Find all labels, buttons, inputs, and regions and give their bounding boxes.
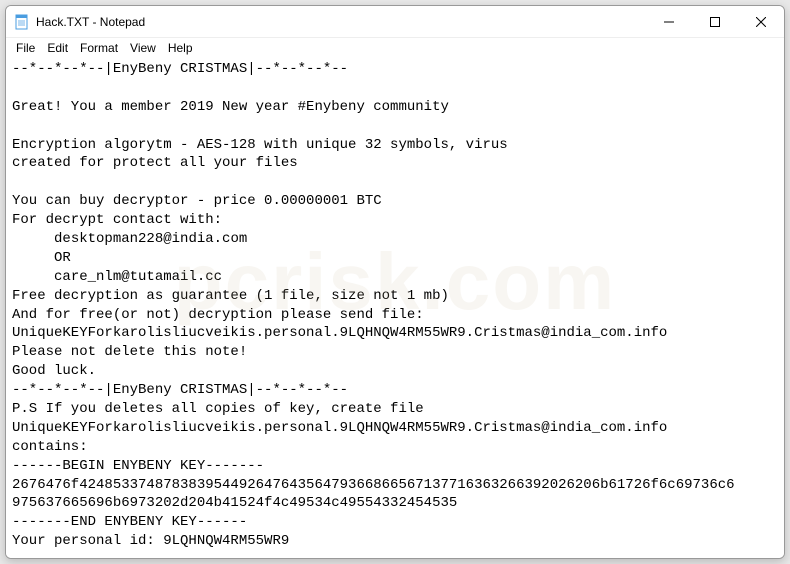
- text-line: Good luck.: [12, 363, 96, 379]
- menubar: File Edit Format View Help: [6, 38, 784, 58]
- text-line: --*--*--*--|EnyBeny CRISTMAS|--*--*--*--: [12, 382, 348, 398]
- text-line: OR: [12, 250, 71, 266]
- text-line: created for protect all your files: [12, 155, 298, 171]
- text-line: Encryption algorytm - AES-128 with uniqu…: [12, 137, 508, 153]
- text-line: Please not delete this note!: [12, 344, 247, 360]
- menu-edit[interactable]: Edit: [41, 39, 74, 57]
- text-line: Free decryption as guarantee (1 file, si…: [12, 288, 449, 304]
- text-line: -------END ENYBENY KEY------: [12, 514, 247, 530]
- menu-file[interactable]: File: [10, 39, 41, 57]
- minimize-button[interactable]: [646, 6, 692, 37]
- window-title: Hack.TXT - Notepad: [36, 15, 646, 29]
- text-line: For decrypt contact with:: [12, 212, 222, 228]
- text-content[interactable]: --*--*--*--|EnyBeny CRISTMAS|--*--*--*--…: [6, 58, 784, 558]
- text-line: UniqueKEYForkarolisliucveikis.personal.9…: [12, 325, 667, 341]
- text-line: You can buy decryptor - price 0.00000001…: [12, 193, 382, 209]
- text-line: ------BEGIN ENYBENY KEY-------: [12, 458, 264, 474]
- text-line: --*--*--*--|EnyBeny CRISTMAS|--*--*--*--: [12, 61, 348, 77]
- text-line: Great! You a member 2019 New year #Enybe…: [12, 99, 449, 115]
- menu-format[interactable]: Format: [74, 39, 124, 57]
- text-line: And for free(or not) decryption please s…: [12, 307, 424, 323]
- text-line: P.S If you deletes all copies of key, cr…: [12, 401, 424, 417]
- text-line: 2676476f42485337487838395449264764356479…: [12, 477, 735, 493]
- text-line: 975637665696b6973202d204b41524f4c49534c4…: [12, 495, 457, 511]
- menu-help[interactable]: Help: [162, 39, 199, 57]
- text-line: contains:: [12, 439, 88, 455]
- notepad-window: Hack.TXT - Notepad File Edit Format View…: [5, 5, 785, 559]
- notepad-icon: [14, 14, 30, 30]
- text-line: desktopman228@india.com: [12, 231, 247, 247]
- window-controls: [646, 6, 784, 37]
- titlebar: Hack.TXT - Notepad: [6, 6, 784, 38]
- menu-view[interactable]: View: [124, 39, 162, 57]
- maximize-button[interactable]: [692, 6, 738, 37]
- text-line: Your personal id: 9LQHNQW4RM55WR9: [12, 533, 289, 549]
- close-button[interactable]: [738, 6, 784, 37]
- text-line: UniqueKEYForkarolisliucveikis.personal.9…: [12, 420, 667, 436]
- text-line: care_nlm@tutamail.cc: [12, 269, 222, 285]
